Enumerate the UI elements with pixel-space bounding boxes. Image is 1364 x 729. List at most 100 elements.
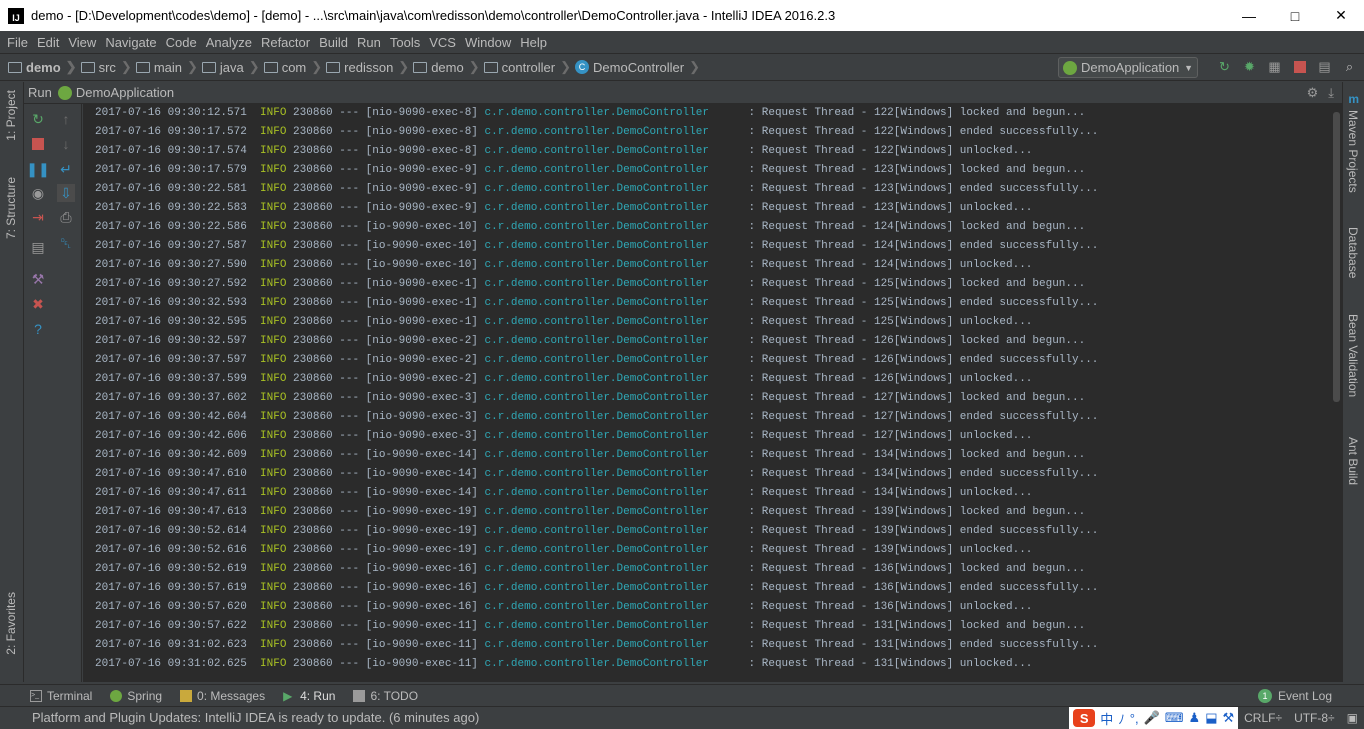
- menu-edit[interactable]: Edit: [34, 35, 65, 50]
- arrow-up-icon[interactable]: ↑: [57, 110, 75, 128]
- spring-boot-icon: [57, 85, 72, 100]
- log-timestamp: 2017-07-16 09:30:57.622: [95, 620, 261, 632]
- scroll-to-end-icon[interactable]: ⇩: [57, 184, 75, 202]
- menu-help[interactable]: Help: [517, 35, 553, 50]
- project-structure-icon[interactable]: ▤: [1316, 58, 1333, 75]
- scrollbar-thumb[interactable]: [1333, 112, 1340, 402]
- breadcrumb-item-com[interactable]: com ❯: [263, 59, 322, 75]
- settings-gear-icon[interactable]: ⚙: [1307, 85, 1319, 101]
- menu-bar: File Edit View Navigate Code Analyze Ref…: [0, 31, 1364, 53]
- run-panel-config[interactable]: DemoApplication: [76, 85, 174, 100]
- user-icon[interactable]: ♟: [1189, 710, 1201, 726]
- tab-todo[interactable]: 6: TODO: [353, 689, 418, 703]
- shirt-icon[interactable]: ⬓: [1205, 710, 1217, 726]
- breadcrumb-item-src[interactable]: src ❯: [80, 59, 132, 75]
- ime-toolbar[interactable]: S 中 ﾉ °, 🎤 ⌨ ♟ ⬓ ⚒: [1069, 707, 1239, 729]
- log-thread: [io-9090-exec-11]: [365, 658, 485, 670]
- console-scrollbar[interactable]: [1331, 104, 1342, 682]
- exit-icon[interactable]: ⇥: [29, 208, 47, 226]
- log-line: 2017-07-16 09:30:37.599 INFO 230860 --- …: [95, 370, 1032, 389]
- line-separator[interactable]: CRLF÷: [1238, 711, 1288, 725]
- log-thread: [nio-9090-exec-9]: [365, 202, 485, 214]
- status-message[interactable]: Platform and Plugin Updates: IntelliJ ID…: [32, 710, 479, 725]
- menu-navigate[interactable]: Navigate: [102, 35, 162, 50]
- print-icon[interactable]: ⎙: [57, 208, 75, 226]
- stop-icon[interactable]: [1291, 58, 1308, 75]
- tab-project[interactable]: 1: Project: [4, 90, 18, 141]
- coverage-icon[interactable]: ▦: [1266, 58, 1283, 75]
- log-line: 2017-07-16 09:30:22.583 INFO 230860 --- …: [95, 199, 1032, 218]
- pause-icon[interactable]: ❚❚: [26, 160, 49, 178]
- breadcrumb-item-demo[interactable]: demo ❯: [8, 59, 77, 75]
- tab-spring[interactable]: Spring: [110, 689, 162, 703]
- menu-build[interactable]: Build: [316, 35, 354, 50]
- tab-structure[interactable]: 7: Structure: [4, 177, 18, 239]
- run-config-select[interactable]: DemoApplication ▼: [1058, 57, 1198, 78]
- close-button[interactable]: ✕: [1318, 0, 1364, 31]
- file-encoding[interactable]: UTF-8÷: [1288, 711, 1341, 725]
- tab-bean-validation[interactable]: Bean Validation: [1346, 314, 1360, 397]
- menu-analyze[interactable]: Analyze: [203, 35, 258, 50]
- log-thread: [nio-9090-exec-2]: [365, 335, 485, 347]
- tab-database[interactable]: Database: [1346, 227, 1360, 278]
- tab-favorites[interactable]: 2: Favorites: [4, 592, 18, 655]
- hide-panel-icon[interactable]: ⤓: [1328, 85, 1334, 101]
- log-message: : Request Thread - 136[Windows] unlocked…: [748, 601, 1033, 613]
- tab-messages[interactable]: 0: Messages: [180, 689, 265, 703]
- log-logger: c.r.demo.controller.DemoController: [484, 582, 749, 594]
- close-icon[interactable]: ✖: [29, 295, 47, 313]
- breadcrumb-item-redisson[interactable]: redisson ❯: [326, 59, 409, 75]
- log-logger: c.r.demo.controller.DemoController: [484, 563, 749, 575]
- ime-punct-icon[interactable]: °,: [1130, 711, 1139, 726]
- search-everywhere-icon[interactable]: ⌕: [1341, 58, 1358, 75]
- minimize-button[interactable]: —: [1226, 0, 1272, 31]
- breadcrumb-item-democontroller[interactable]: C DemoController ❯: [575, 59, 700, 75]
- keyboard-icon[interactable]: ⌨: [1165, 710, 1184, 726]
- log-line: 2017-07-16 09:30:32.595 INFO 230860 --- …: [95, 313, 1032, 332]
- menu-tools[interactable]: Tools: [387, 35, 426, 50]
- log-pid: 230860 ---: [293, 449, 366, 461]
- tab-terminal[interactable]: >_ Terminal: [30, 689, 92, 703]
- event-log-button[interactable]: 1 Event Log: [1257, 689, 1332, 703]
- menu-code[interactable]: Code: [163, 35, 203, 50]
- breadcrumb-item-java[interactable]: java ❯: [201, 59, 260, 75]
- menu-refactor[interactable]: Refactor: [258, 35, 316, 50]
- tab-maven-projects[interactable]: Maven Projects: [1346, 110, 1360, 193]
- log-pid: 230860 ---: [293, 335, 366, 347]
- breadcrumb-item-controller[interactable]: controller ❯: [483, 59, 571, 75]
- lock-icon[interactable]: ▣: [1341, 711, 1364, 725]
- maximize-button[interactable]: □: [1272, 0, 1318, 31]
- breadcrumb-item-demo-pkg[interactable]: demo ❯: [413, 59, 480, 75]
- arrow-down-icon[interactable]: ↓: [57, 135, 75, 153]
- breadcrumb-item-main[interactable]: main ❯: [135, 59, 198, 75]
- ime-moon-icon[interactable]: ﾉ: [1118, 709, 1125, 728]
- stop-icon[interactable]: [29, 135, 47, 153]
- dump-threads-icon[interactable]: ◉: [29, 184, 47, 202]
- log-logger: c.r.demo.controller.DemoController: [484, 183, 749, 195]
- log-thread: [io-9090-exec-10]: [365, 259, 485, 271]
- log-timestamp: 2017-07-16 09:30:27.592: [95, 278, 261, 290]
- wrench-icon[interactable]: ⚒: [1222, 710, 1234, 726]
- mic-icon[interactable]: 🎤: [1144, 710, 1160, 726]
- rerun-icon[interactable]: ↻: [29, 110, 47, 128]
- soft-wrap-icon[interactable]: ↵: [57, 160, 75, 178]
- tab-run[interactable]: ▶ 4: Run: [283, 689, 335, 703]
- clear-all-icon[interactable]: ␡: [57, 234, 75, 252]
- log-message: : Request Thread - 125[Windows] unlocked…: [748, 316, 1033, 328]
- debug-icon[interactable]: ✹: [1241, 58, 1258, 75]
- rerun-icon[interactable]: ↻: [1216, 58, 1233, 75]
- layout-icon[interactable]: ▤: [29, 238, 47, 256]
- ime-mode-label[interactable]: 中: [1100, 709, 1113, 728]
- console-output[interactable]: 2017-07-16 09:30:12.571 INFO 230860 --- …: [83, 104, 1331, 682]
- menu-vcs[interactable]: VCS: [426, 35, 462, 50]
- log-thread: [io-9090-exec-10]: [365, 240, 485, 252]
- menu-view[interactable]: View: [65, 35, 102, 50]
- tab-ant-build[interactable]: Ant Build: [1346, 437, 1360, 485]
- menu-file[interactable]: File: [4, 35, 34, 50]
- log-timestamp: 2017-07-16 09:30:47.610: [95, 468, 261, 480]
- log-thread: [io-9090-exec-16]: [365, 582, 485, 594]
- pin-icon[interactable]: ⚒: [29, 270, 47, 288]
- menu-window[interactable]: Window: [462, 35, 517, 50]
- help-icon[interactable]: ?: [29, 320, 47, 338]
- menu-run[interactable]: Run: [354, 35, 387, 50]
